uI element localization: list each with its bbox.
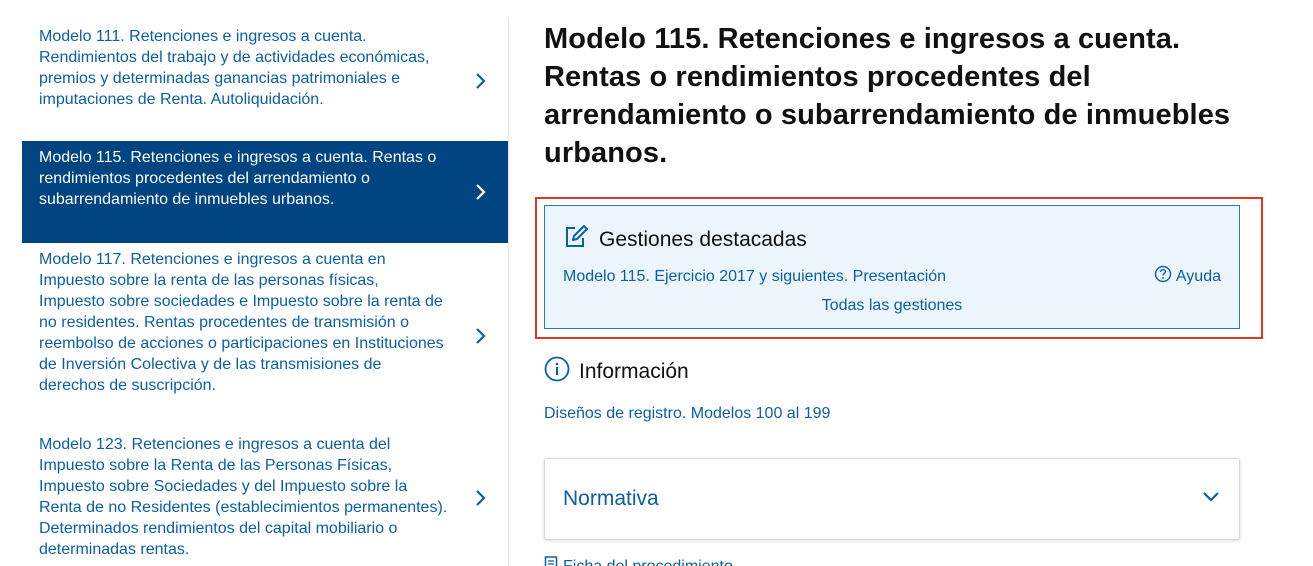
info-circle-icon <box>544 356 570 387</box>
column-divider <box>508 18 509 566</box>
sidebar-item-modelo-117[interactable]: Modelo 117. Retenciones e ingresos a cue… <box>22 243 508 428</box>
normativa-accordion[interactable]: Normativa <box>544 458 1240 540</box>
document-icon <box>544 556 558 566</box>
ficha-procedimiento-link[interactable]: Ficha del procedimiento <box>544 556 733 566</box>
ayuda-label: Ayuda <box>1175 267 1221 285</box>
normativa-label: Normativa <box>563 487 659 510</box>
sidebar-item-label: Modelo 115. Retenciones e ingresos a cue… <box>39 149 437 208</box>
sidebar-nav: Modelo 111. Retenciones e ingresos a cue… <box>22 20 508 566</box>
ayuda-link[interactable]: Ayuda <box>1154 265 1221 288</box>
main-content: Modelo 115. Retenciones e ingresos a cue… <box>544 20 1244 172</box>
help-circle-icon <box>1154 265 1172 288</box>
chevron-down-icon <box>1201 490 1221 509</box>
ficha-label: Ficha del procedimiento <box>563 557 733 566</box>
sidebar-item-label: Modelo 123. Retenciones e ingresos a cue… <box>39 436 448 558</box>
gestiones-destacadas-panel: Gestiones destacadas Modelo 115. Ejercic… <box>544 205 1240 329</box>
disenos-registro-link[interactable]: Diseños de registro. Modelos 100 al 199 <box>544 405 830 423</box>
sidebar-item-modelo-115[interactable]: Modelo 115. Retenciones e ingresos a cue… <box>22 141 508 243</box>
sidebar-item-modelo-123[interactable]: Modelo 123. Retenciones e ingresos a cue… <box>22 428 508 566</box>
sidebar-item-label: Modelo 117. Retenciones e ingresos a cue… <box>39 251 444 394</box>
todas-las-gestiones-link[interactable]: Todas las gestiones <box>822 297 963 314</box>
page-title: Modelo 115. Retenciones e ingresos a cue… <box>544 23 1231 169</box>
modelo-115-presentacion-link[interactable]: Modelo 115. Ejercicio 2017 y siguientes.… <box>563 268 946 286</box>
chevron-right-icon <box>474 326 488 346</box>
gestiones-title: Gestiones destacadas <box>599 227 807 251</box>
edit-icon <box>563 224 589 255</box>
sidebar-item-modelo-111[interactable]: Modelo 111. Retenciones e ingresos a cue… <box>22 20 508 141</box>
informacion-section: Información Diseños de registro. Modelos… <box>544 356 1240 423</box>
chevron-right-icon <box>474 71 488 91</box>
chevron-right-icon <box>474 182 488 202</box>
sidebar-item-label: Modelo 111. Retenciones e ingresos a cue… <box>39 28 430 108</box>
chevron-right-icon <box>474 488 488 508</box>
informacion-title: Información <box>579 359 689 383</box>
